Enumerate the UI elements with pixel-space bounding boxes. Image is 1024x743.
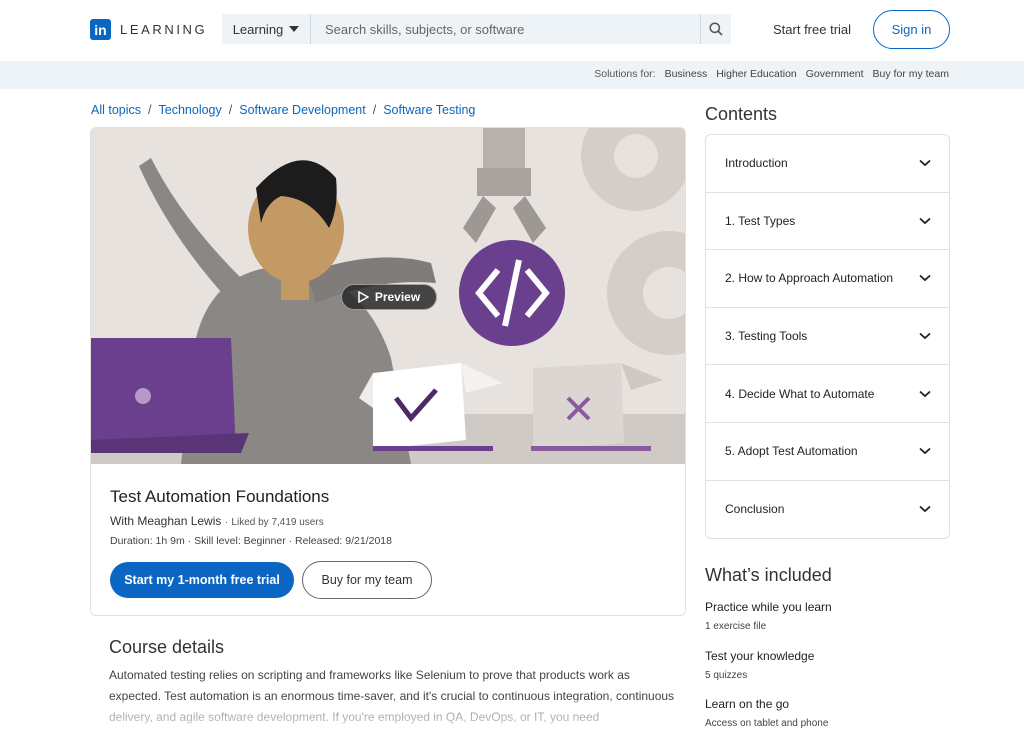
course-duration: Duration: 1h 9m [110, 535, 185, 547]
meta-separator: · [288, 535, 293, 547]
breadcrumb-technology[interactable]: Technology [159, 103, 222, 117]
contents-title: Contents [705, 104, 778, 124]
contents-item-label: 1. Test Types [725, 213, 796, 228]
course-card: Preview Test Automation Foundations With… [90, 127, 686, 616]
course-likes: Liked by 7,419 users [231, 517, 324, 528]
included-item-detail: Access on tablet and phone [705, 718, 829, 729]
search-input[interactable] [311, 14, 700, 44]
logo-text: LEARNING [120, 22, 208, 37]
contents-item-label: 3. Testing Tools [725, 329, 808, 344]
linkedin-logo-icon: in [90, 19, 111, 40]
breadcrumb-separator: / [148, 103, 152, 117]
meta-separator: · [224, 517, 229, 528]
solutions-label: Solutions for: [594, 68, 656, 80]
course-meta: Duration: 1h 9m · Skill level: Beginner … [110, 535, 392, 547]
search-button[interactable] [700, 14, 731, 44]
course-title: Test Automation Foundations [110, 487, 330, 506]
contents-item-introduction[interactable]: Introduction [706, 135, 949, 193]
sign-in-button[interactable]: Sign in [873, 10, 950, 49]
course-details-title: Course details [109, 637, 225, 657]
included-item-heading: Practice while you learn [705, 600, 832, 614]
breadcrumb-software-testing[interactable]: Software Testing [383, 103, 475, 117]
course-author[interactable]: With Meaghan Lewis [110, 514, 221, 528]
whats-included-title: What’s included [705, 565, 832, 585]
breadcrumb-all-topics[interactable]: All topics [91, 103, 141, 117]
breadcrumb: All topics / Technology / Software Devel… [91, 103, 475, 117]
buy-for-team-button[interactable]: Buy for my team [302, 561, 432, 599]
search-bar: Learning [222, 14, 731, 44]
search-icon [709, 22, 723, 36]
contents-item-label: Conclusion [725, 502, 785, 517]
contents-item-label: 2. How to Approach Automation [725, 271, 894, 286]
solutions-bar: Solutions for: Business Higher Education… [0, 61, 1024, 89]
included-item-heading: Test your knowledge [705, 649, 815, 663]
included-item-mobile: Learn on the go Access on tablet and pho… [705, 697, 828, 729]
search-category-dropdown[interactable]: Learning [222, 14, 311, 44]
course-hero-image[interactable]: Preview [91, 128, 685, 464]
chevron-down-icon [919, 390, 931, 397]
preview-button[interactable]: Preview [341, 284, 437, 310]
start-free-trial-button[interactable]: Start my 1-month free trial [110, 562, 294, 598]
solutions-link-higher-education[interactable]: Higher Education [716, 68, 797, 80]
caret-down-icon [289, 26, 300, 32]
contents-item-test-types[interactable]: 1. Test Types [706, 193, 949, 251]
breadcrumb-software-development[interactable]: Software Development [239, 103, 365, 117]
top-header: in LEARNING Learning Start free trial Si… [0, 0, 1024, 61]
chevron-down-icon [919, 332, 931, 340]
included-item-detail: 1 exercise file [705, 621, 767, 632]
course-skill-level: Skill level: Beginner [194, 535, 286, 547]
chevron-down-icon [919, 275, 931, 282]
play-icon [358, 291, 369, 303]
solutions-link-business[interactable]: Business [665, 68, 708, 80]
chevron-down-icon [919, 448, 931, 455]
contents-item-label: Introduction [725, 156, 788, 171]
start-free-trial-link[interactable]: Start free trial [773, 22, 851, 37]
contents-item-testing-tools[interactable]: 3. Testing Tools [706, 308, 949, 366]
breadcrumb-separator: / [228, 103, 233, 117]
linkedin-learning-logo[interactable]: in LEARNING [90, 19, 207, 40]
meta-separator: · [187, 535, 192, 547]
breadcrumb-separator: / [372, 103, 377, 117]
search-category-label: Learning [232, 21, 284, 37]
contents-item-conclusion[interactable]: Conclusion [706, 481, 949, 538]
included-item-heading: Learn on the go [705, 697, 790, 711]
chevron-down-icon [919, 506, 931, 513]
chevron-down-icon [919, 160, 931, 167]
contents-item-label: 5. Adopt Test Automation [725, 444, 858, 459]
included-item-practice: Practice while you learn 1 exercise file [705, 600, 832, 632]
included-item-quizzes: Test your knowledge 5 quizzes [705, 649, 814, 681]
solutions-link-government[interactable]: Government [806, 68, 864, 80]
course-author-line: With Meaghan Lewis · Liked by 7,419 user… [110, 514, 324, 528]
contents-list: Introduction 1. Test Types 2. How to App… [705, 134, 950, 539]
details-fade-overlay [100, 700, 690, 743]
course-release-date: Released: 9/21/2018 [295, 535, 392, 547]
contents-item-approach-automation[interactable]: 2. How to Approach Automation [706, 250, 949, 308]
preview-label: Preview [374, 290, 421, 304]
included-item-detail: 5 quizzes [705, 670, 748, 681]
solutions-link-buy-for-team[interactable]: Buy for my team [873, 68, 949, 80]
contents-item-adopt-test-automation[interactable]: 5. Adopt Test Automation [706, 423, 949, 481]
contents-item-decide-what-to-automate[interactable]: 4. Decide What to Automate [706, 365, 949, 423]
contents-item-label: 4. Decide What to Automate [725, 386, 875, 401]
chevron-down-icon [919, 217, 931, 225]
